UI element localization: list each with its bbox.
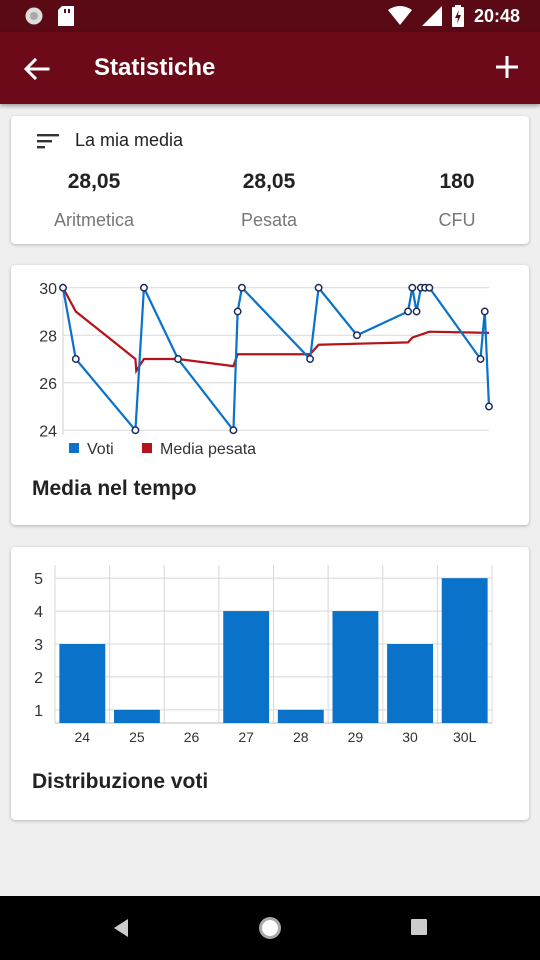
- x-tick-label: 30: [402, 729, 418, 745]
- stat-arithmetic: 28,05 Aritmetica: [39, 170, 149, 231]
- data-point: [412, 307, 421, 316]
- series-line-media-pesata: [62, 287, 490, 375]
- page-title: Statistiche: [94, 54, 216, 81]
- x-tick-label: 30L: [453, 729, 477, 745]
- signal-icon: [421, 6, 442, 26]
- bar: [332, 611, 379, 723]
- stat-weighted: 28,05 Pesata: [214, 170, 324, 231]
- data-point: [237, 283, 246, 292]
- app-bar: Statistiche: [0, 32, 540, 104]
- bar-chart: 1 2 3 4 5 24 25 26 27 28 29 30 30L: [34, 565, 493, 745]
- data-point: [485, 402, 493, 411]
- battery-charging-icon: [451, 5, 464, 27]
- data-point: [174, 355, 182, 363]
- status-time: 20:48: [473, 5, 520, 26]
- legend-label: Media pesata: [160, 441, 256, 458]
- data-point: [71, 355, 80, 363]
- x-tick-label: 27: [238, 729, 254, 745]
- average-card: La mia media 28,05 Aritmetica 28,05 Pesa…: [11, 116, 529, 244]
- series-line-voti: [61, 283, 491, 434]
- stat-label: CFU: [438, 210, 476, 230]
- bar: [223, 611, 270, 723]
- chart-title: Distribuzione voti: [32, 770, 209, 793]
- y-tick-label: 30: [39, 281, 57, 298]
- add-icon[interactable]: [494, 54, 520, 80]
- x-tick-label: 26: [184, 729, 200, 745]
- y-tick-label: 4: [34, 604, 43, 621]
- stat-label: Pesata: [240, 210, 298, 230]
- x-tick-label: 28: [293, 729, 309, 745]
- data-point: [404, 307, 413, 316]
- average-header: La mia media: [37, 130, 183, 151]
- data-point: [229, 426, 238, 435]
- legend-label: Voti: [87, 441, 114, 458]
- average-header-label: La mia media: [75, 130, 184, 150]
- y-tick-label: 24: [39, 423, 57, 440]
- sort-icon: [37, 133, 59, 148]
- data-point: [59, 283, 67, 292]
- bar: [441, 578, 488, 723]
- bar: [277, 709, 324, 723]
- data-point: [352, 331, 361, 340]
- grade-distribution-card: 1 2 3 4 5 24 25 26 27 28 29 30 30L Distribuzione vot…: [11, 547, 529, 820]
- bar: [113, 709, 160, 723]
- nav-home-icon[interactable]: [257, 915, 283, 941]
- data-point: [314, 283, 323, 292]
- y-tick-label: 26: [39, 376, 57, 393]
- nav-recents-icon[interactable]: [410, 918, 428, 936]
- data-point: [233, 307, 242, 316]
- average-over-time-card: 24 26 28 30 Voti Media pesata Media nel tempo: [11, 265, 529, 525]
- y-tick-label: 5: [34, 571, 43, 588]
- legend-swatch: [142, 443, 152, 453]
- nav-back-icon[interactable]: [112, 918, 130, 938]
- navigation-bar: [0, 896, 540, 960]
- status-bar: 20:48: [0, 0, 540, 32]
- y-tick-label: 28: [39, 328, 57, 345]
- data-point: [408, 283, 417, 292]
- x-tick-label: 29: [348, 729, 364, 745]
- data-point: [139, 283, 148, 292]
- data-point: [476, 355, 485, 363]
- bar: [59, 644, 106, 723]
- chart-title: Media nel tempo: [32, 477, 197, 500]
- legend-swatch: [69, 443, 79, 453]
- x-tick-label: 24: [75, 729, 91, 745]
- line-chart: 24 26 28 30 Voti Media pesata: [39, 281, 493, 458]
- sd-card-icon: [58, 6, 74, 26]
- y-tick-label: 2: [34, 670, 43, 687]
- data-point: [306, 355, 315, 363]
- data-point: [480, 307, 489, 316]
- y-tick-label: 1: [34, 703, 43, 720]
- wifi-icon: [387, 6, 412, 25]
- y-tick-label: 3: [34, 637, 43, 654]
- x-tick-label: 25: [129, 729, 145, 745]
- bar: [387, 644, 434, 723]
- stat-value: 28,05: [242, 170, 296, 193]
- notification-icon: [25, 7, 43, 25]
- stat-cfu: 180 CFU: [409, 170, 505, 231]
- stat-value: 28,05: [67, 170, 121, 193]
- back-arrow-icon[interactable]: [22, 54, 52, 84]
- stat-label: Aritmetica: [53, 210, 134, 230]
- stat-value: 180: [439, 170, 475, 193]
- data-point: [425, 283, 434, 292]
- data-point: [131, 426, 140, 435]
